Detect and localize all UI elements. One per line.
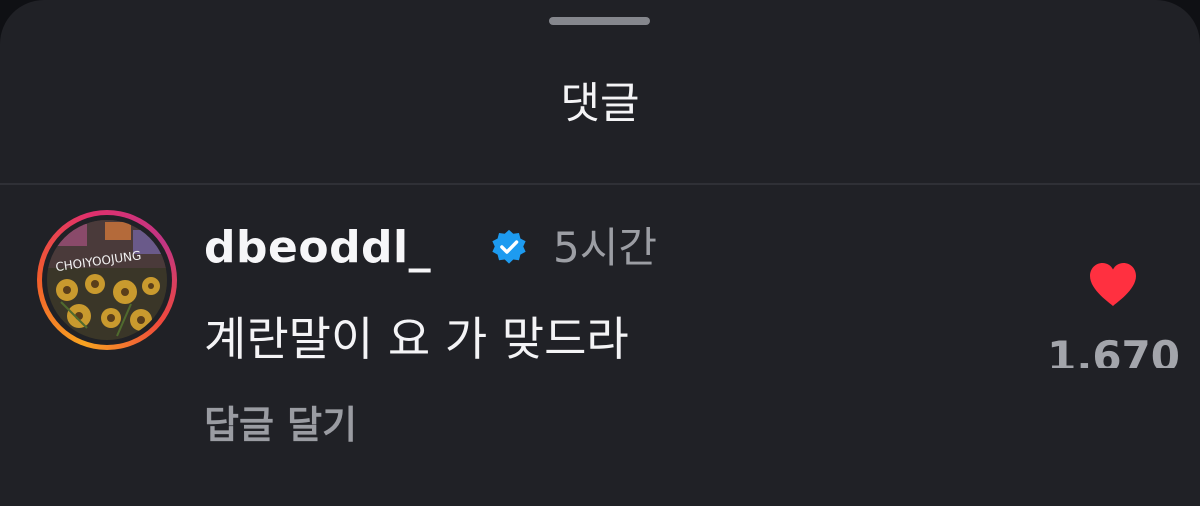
heart-icon[interactable] bbox=[1088, 262, 1138, 308]
avatar-picture: CHOIYOOJUNG bbox=[47, 220, 167, 340]
header-divider bbox=[0, 183, 1200, 185]
comment-text: 계란말이 요 가 맞드라 bbox=[204, 312, 629, 366]
comments-sheet: 댓글 CHOIYOOJUNG dbeoddl_ 5시간 계란말이 요 가 맞드라… bbox=[0, 0, 1200, 506]
reply-button[interactable]: 답글 달기 bbox=[204, 397, 357, 453]
avatar-image: CHOIYOOJUNG bbox=[47, 220, 167, 340]
like-count: 1.670 bbox=[1047, 332, 1180, 368]
verified-badge-icon bbox=[492, 229, 526, 264]
comment-timestamp: 5시간 bbox=[553, 223, 658, 272]
comment-username[interactable]: dbeoddl_ bbox=[204, 220, 431, 276]
sheet-title: 댓글 bbox=[560, 79, 640, 129]
avatar[interactable]: CHOIYOOJUNG bbox=[37, 210, 177, 350]
drag-handle[interactable] bbox=[549, 17, 650, 25]
